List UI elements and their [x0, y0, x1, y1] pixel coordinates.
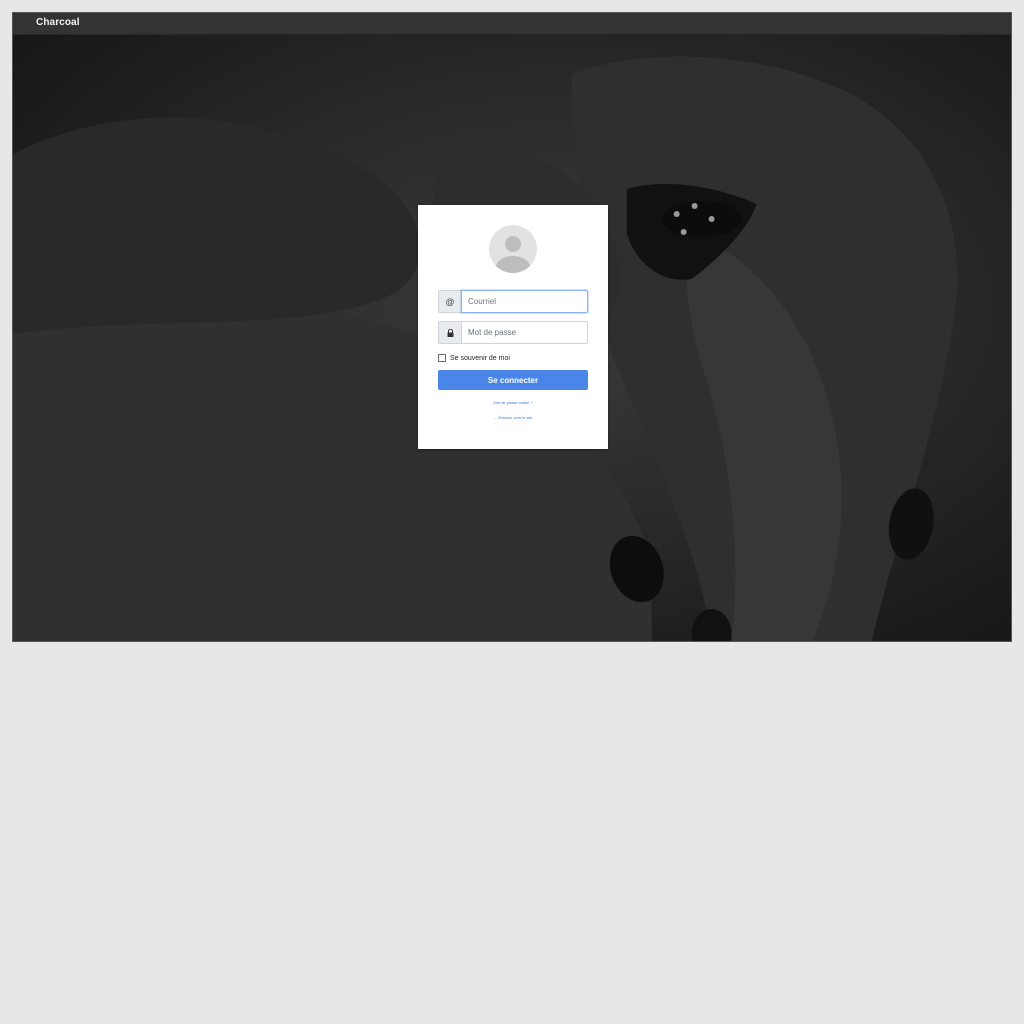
- password-input[interactable]: [461, 321, 588, 344]
- back-to-site-link[interactable]: ← Retours vers le site: [418, 415, 608, 420]
- at-sign-icon: @: [438, 290, 461, 313]
- remember-me[interactable]: Se souvenir de moi: [438, 353, 510, 363]
- forgot-password-link[interactable]: Mot de passe oublié ?: [418, 400, 608, 405]
- brand-logo[interactable]: Charcoal: [36, 17, 80, 28]
- email-field-group: @: [438, 290, 588, 313]
- login-card: @ Se souvenir de moi Se connecter Mot de…: [418, 205, 608, 449]
- email-input[interactable]: [461, 290, 588, 313]
- top-navbar: Charcoal: [13, 13, 1011, 35]
- browser-window: Charcoal @ Courriel Se souvenir de moi S…: [12, 12, 1012, 642]
- remember-me-label: Se souvenir de moi: [450, 354, 510, 362]
- remember-me-checkbox[interactable]: [438, 354, 446, 362]
- lock-icon: [438, 321, 461, 344]
- login-button[interactable]: Se connecter: [438, 370, 588, 390]
- user-avatar-icon: [489, 225, 537, 273]
- password-field-group: [438, 321, 588, 344]
